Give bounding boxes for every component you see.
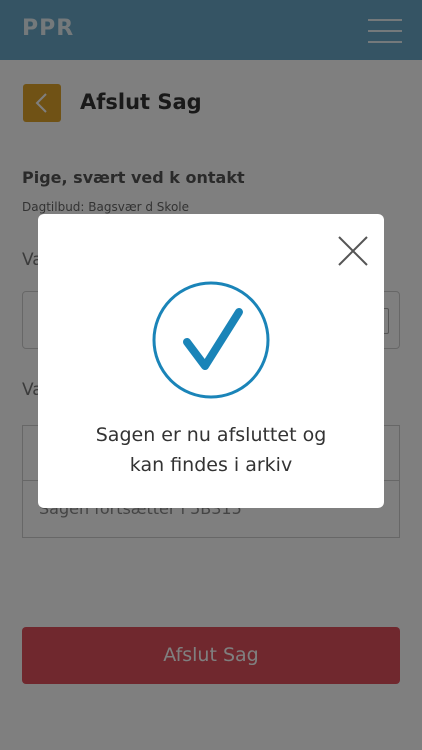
- modal-message-line2: kan findes i arkiv: [129, 454, 293, 476]
- checkmark-circle-icon: [152, 281, 270, 399]
- modal-message: Sagen er nu afsluttet og kan findes i ar…: [38, 420, 384, 480]
- modal-message-line1: Sagen er nu afsluttet og: [95, 424, 327, 446]
- success-modal: Sagen er nu afsluttet og kan findes i ar…: [38, 214, 384, 508]
- close-icon[interactable]: [336, 234, 370, 268]
